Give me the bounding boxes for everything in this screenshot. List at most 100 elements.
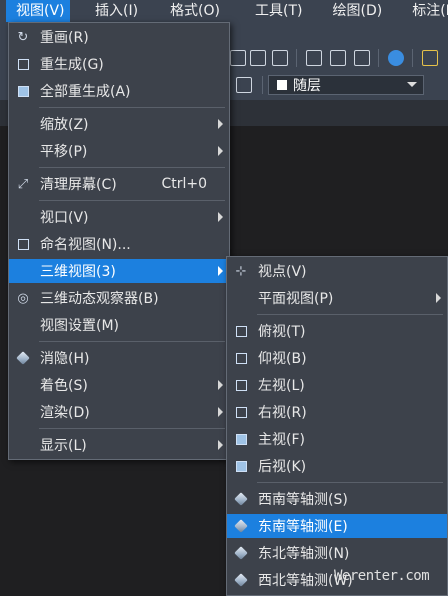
design-center-icon[interactable] xyxy=(330,50,346,66)
regen-icon xyxy=(15,56,31,72)
submenu-arrow-icon xyxy=(218,266,223,276)
menu-item-label: 命名视图(N)... xyxy=(40,237,131,253)
menu-item-top[interactable]: 俯视(T) xyxy=(227,319,447,343)
pan-icon[interactable] xyxy=(272,50,288,66)
menu-item-front[interactable]: 主视(F) xyxy=(227,427,447,451)
menu-item-regen-all[interactable]: 全部重生成(A) xyxy=(9,79,229,103)
menu-draw[interactable]: 绘图(D) xyxy=(324,0,392,22)
menu-item-back[interactable]: 后视(K) xyxy=(227,454,447,478)
menu-item-left[interactable]: 左视(L) xyxy=(227,373,447,397)
toolbar-divider xyxy=(262,76,263,94)
menu-item-label: 重生成(G) xyxy=(40,57,104,73)
menu-item-label: 后视(K) xyxy=(258,459,307,475)
toolbar-divider xyxy=(412,49,413,67)
toolbar-divider xyxy=(296,49,297,67)
menu-item-pan[interactable]: 平移(P) xyxy=(9,139,229,163)
menu-item-3d-views[interactable]: 三维视图(3) xyxy=(9,259,229,283)
color-select[interactable]: 随层 xyxy=(268,75,424,95)
submenu-arrow-icon xyxy=(218,212,223,222)
named-view-icon xyxy=(15,236,31,252)
menu-item-se-iso[interactable]: 东南等轴测(E) xyxy=(227,514,447,538)
menu-item-ne-iso[interactable]: 东北等轴测(N) xyxy=(227,541,447,565)
menu-item-label: 三维动态观察器(B) xyxy=(40,291,159,307)
3d-views-submenu: ⊹ 视点(V) 平面视图(P) 俯视(T) 仰视(B) 左视(L) 右视(R) … xyxy=(226,256,448,596)
menu-item-sw-iso[interactable]: 西南等轴测(S) xyxy=(227,487,447,511)
menu-item-clean-screen[interactable]: ⤢ 清理屏幕(C) Ctrl+0 xyxy=(9,172,229,196)
ne-iso-icon xyxy=(233,545,249,561)
menu-divider xyxy=(39,200,225,201)
left-view-icon xyxy=(233,377,249,393)
menu-item-label: 着色(S) xyxy=(40,378,88,394)
hide-icon xyxy=(15,350,31,366)
back-view-icon xyxy=(233,458,249,474)
menu-item-display[interactable]: 显示(L) xyxy=(9,433,229,457)
menu-divider xyxy=(257,314,443,315)
menu-item-label: 右视(R) xyxy=(258,405,307,421)
menu-item-label: 清理屏幕(C) xyxy=(40,177,117,193)
menu-item-shade[interactable]: 着色(S) xyxy=(9,373,229,397)
menu-item-render[interactable]: 渲染(D) xyxy=(9,400,229,424)
watermark: Werenter.com xyxy=(334,568,430,584)
menu-item-right[interactable]: 右视(R) xyxy=(227,400,447,424)
viewpoint-icon: ⊹ xyxy=(235,263,247,279)
zoom-window-icon[interactable] xyxy=(250,50,266,66)
menu-item-viewpoint[interactable]: ⊹ 视点(V) xyxy=(227,259,447,283)
menu-item-named-views[interactable]: 命名视图(N)... xyxy=(9,232,229,256)
menu-format[interactable]: 格式(O) xyxy=(161,0,229,22)
menu-item-view-settings[interactable]: 视图设置(M) xyxy=(9,313,229,337)
bottom-view-icon xyxy=(233,350,249,366)
menu-item-3d-orbit[interactable]: ◎ 三维动态观察器(B) xyxy=(9,286,229,310)
menu-divider xyxy=(39,167,225,168)
menu-item-label: 全部重生成(A) xyxy=(40,84,131,100)
menu-item-label: 显示(L) xyxy=(40,438,87,454)
menu-divider xyxy=(257,482,443,483)
submenu-arrow-icon xyxy=(218,119,223,129)
sw-iso-icon xyxy=(233,491,249,507)
regen-all-icon xyxy=(15,83,31,99)
color-swatch xyxy=(277,80,287,90)
view-menu: ↻ 重画(R) 重生成(G) 全部重生成(A) 缩放(Z) 平移(P) ⤢ 清理… xyxy=(8,22,230,460)
menu-item-label: 渲染(D) xyxy=(40,405,90,421)
menu-view[interactable]: 视图(V) xyxy=(6,0,70,22)
help-icon[interactable] xyxy=(388,50,404,66)
menu-item-zoom[interactable]: 缩放(Z) xyxy=(9,112,229,136)
menu-item-label: 视图设置(M) xyxy=(40,318,120,334)
tool-palette-icon[interactable] xyxy=(354,50,370,66)
menu-item-bottom[interactable]: 仰视(B) xyxy=(227,346,447,370)
clean-screen-icon: ⤢ xyxy=(17,176,29,192)
submenu-arrow-icon xyxy=(218,407,223,417)
top-view-icon xyxy=(233,323,249,339)
menu-item-label: 俯视(T) xyxy=(258,324,306,340)
menu-item-redraw[interactable]: ↻ 重画(R) xyxy=(9,25,229,49)
menubar: 视图(V) 插入(I) 格式(O) 工具(T) 绘图(D) 标注(N xyxy=(0,0,448,22)
menu-dimension[interactable]: 标注(N xyxy=(403,0,448,22)
se-iso-icon xyxy=(233,518,249,534)
menu-item-label: 西南等轴测(S) xyxy=(258,492,348,508)
zoom-icon[interactable] xyxy=(230,50,246,66)
menu-item-plan-view[interactable]: 平面视图(P) xyxy=(227,286,447,310)
menu-item-shortcut: Ctrl+0 xyxy=(161,176,207,192)
menu-item-label: 东南等轴测(E) xyxy=(258,519,348,535)
submenu-arrow-icon xyxy=(218,146,223,156)
menu-item-regen[interactable]: 重生成(G) xyxy=(9,52,229,76)
submenu-arrow-icon xyxy=(436,293,441,303)
menu-insert[interactable]: 插入(I) xyxy=(86,0,147,22)
menu-item-label: 三维视图(3) xyxy=(40,264,116,280)
menu-item-label: 平面视图(P) xyxy=(258,291,334,307)
menu-item-viewports[interactable]: 视口(V) xyxy=(9,205,229,229)
menu-item-hide[interactable]: 消隐(H) xyxy=(9,346,229,370)
properties-icon[interactable] xyxy=(306,50,322,66)
menu-tools[interactable]: 工具(T) xyxy=(246,0,311,22)
text-style-icon[interactable] xyxy=(422,50,438,66)
menu-item-label: 重画(R) xyxy=(40,30,89,46)
menu-divider xyxy=(39,107,225,108)
submenu-arrow-icon xyxy=(218,440,223,450)
menu-item-label: 视点(V) xyxy=(258,264,307,280)
right-view-icon xyxy=(233,404,249,420)
layer-state-icon[interactable] xyxy=(236,77,252,93)
menu-item-label: 东北等轴测(N) xyxy=(258,546,350,562)
menu-item-label: 消隐(H) xyxy=(40,351,90,367)
menu-item-label: 主视(F) xyxy=(258,432,305,448)
nw-iso-icon xyxy=(233,572,249,588)
menu-item-label: 左视(L) xyxy=(258,378,305,394)
